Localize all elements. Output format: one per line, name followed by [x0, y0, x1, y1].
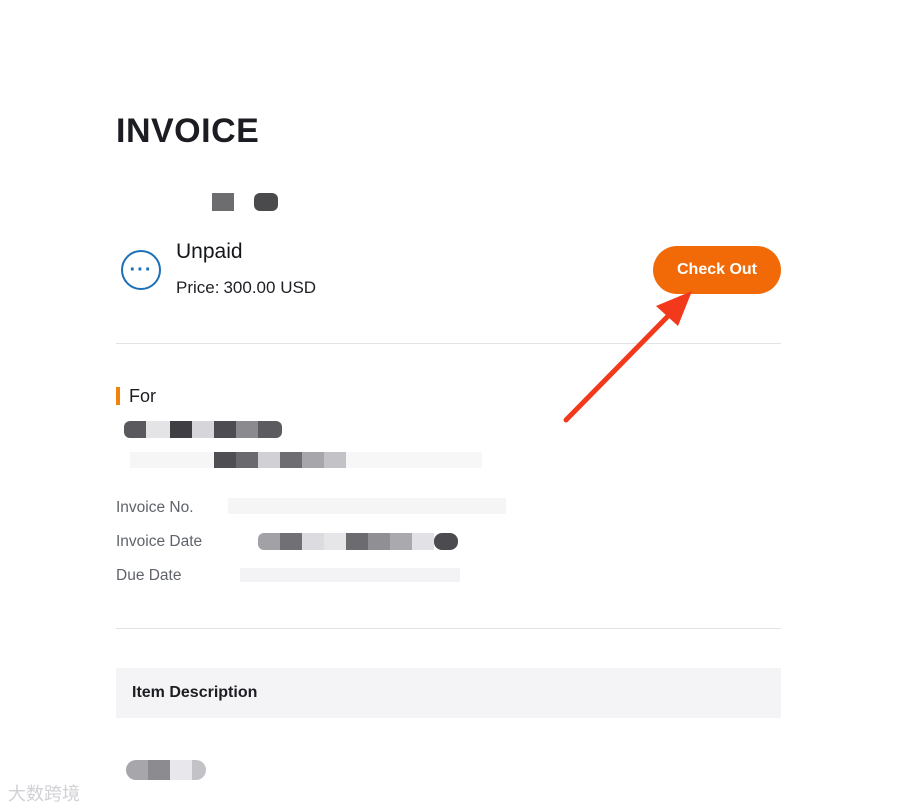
redacted-due-date	[240, 568, 460, 582]
annotation-arrow-shaft	[563, 309, 675, 423]
watermark-logo: 大数跨境	[8, 784, 80, 805]
check-out-button[interactable]: Check Out	[653, 246, 781, 294]
redacted-invoice-number	[228, 498, 506, 514]
item-description-header: Item Description	[116, 668, 781, 718]
redacted-item-description	[126, 760, 206, 780]
divider	[116, 343, 781, 344]
payment-status-label: Unpaid	[176, 240, 243, 263]
redacted-customer-email	[130, 452, 482, 468]
page-title: INVOICE	[116, 112, 260, 150]
bill-to-heading: For	[116, 386, 156, 406]
price-value: 300.00 USD	[223, 278, 317, 297]
price-label: Price:	[176, 278, 220, 297]
invoice-page: INVOICE ··· Unpaid Price: 300.00 USD Chec…	[0, 0, 900, 810]
redacted-company-name	[116, 193, 284, 211]
due-date-label: Due Date	[116, 567, 182, 584]
more-horizontal-circle-icon: ···	[121, 250, 161, 290]
redacted-invoice-date	[258, 533, 458, 550]
divider	[116, 628, 781, 629]
invoice-number-label: Invoice No.	[116, 499, 194, 516]
invoice-date-label: Invoice Date	[116, 533, 203, 550]
redacted-customer-name	[124, 421, 282, 438]
price-text: Price: 300.00 USD	[176, 278, 316, 298]
